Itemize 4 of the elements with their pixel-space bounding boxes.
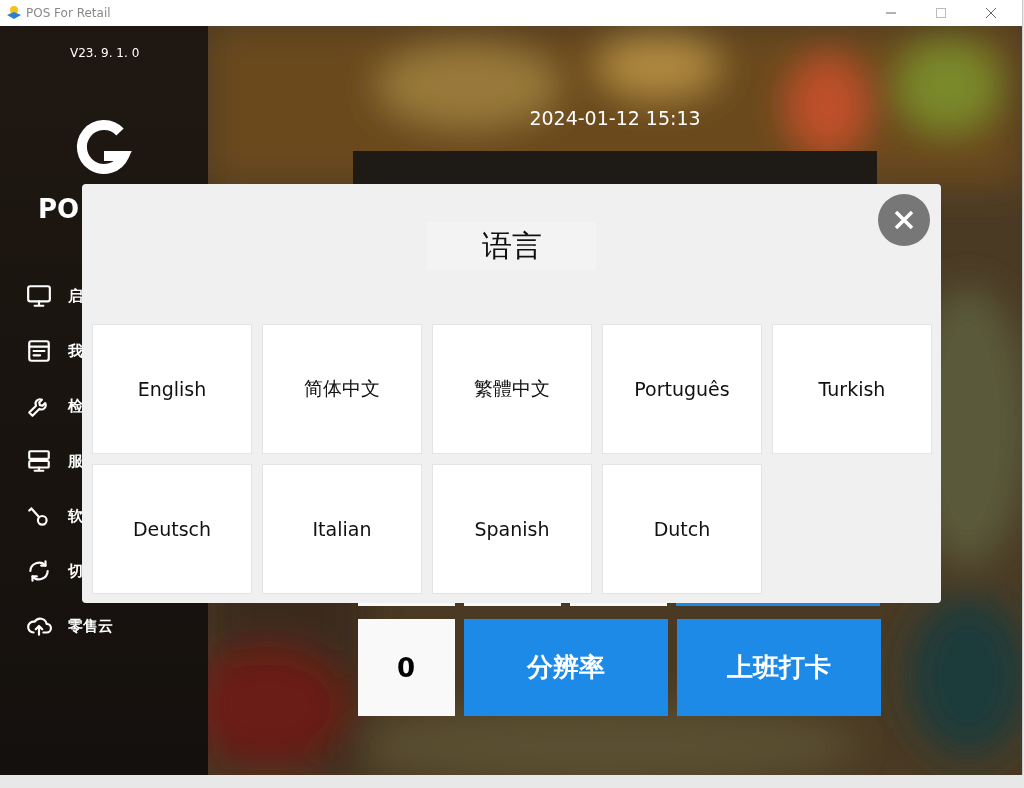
window-title: POS For Retail [26,6,112,20]
version-text: V23. 9. 1. 0 [70,46,141,60]
brand-name: PO [38,194,80,224]
date-time: 2024-01-12 15:13 [529,107,701,129]
